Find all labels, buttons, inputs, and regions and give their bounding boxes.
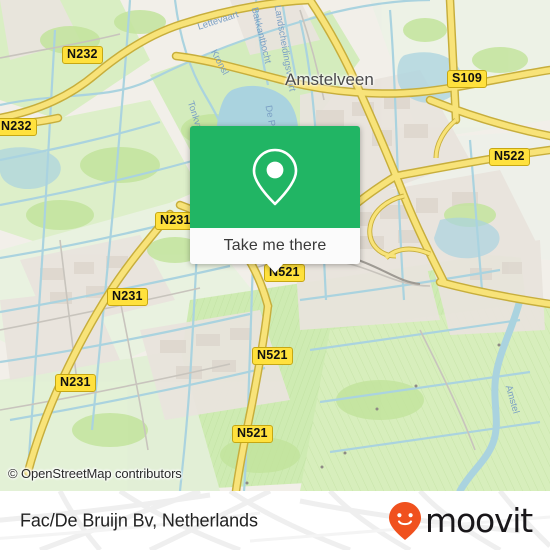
take-me-there-label: Take me there xyxy=(223,237,327,254)
moovit-brand[interactable]: moovit xyxy=(388,501,533,541)
road-shield-n232-0: N232 xyxy=(62,46,103,64)
location-title: Fac/De Bruijn Bv, Netherlands xyxy=(20,510,258,530)
road-shield-n521-9: N521 xyxy=(232,425,273,443)
map-pin-icon xyxy=(252,148,298,206)
take-me-there-button[interactable]: Take me there xyxy=(190,228,360,273)
road-shield-s109-5: S109 xyxy=(447,70,487,88)
moovit-pin-smiley-icon xyxy=(389,501,422,540)
road-shield-n231-3: N231 xyxy=(107,288,148,306)
road-shield-n521-8: N521 xyxy=(252,347,293,365)
map-canvas[interactable]: Lettevaart Kronsl Bakkantbocht Landscheidin… xyxy=(0,0,550,491)
road-shield-n522-6: N522 xyxy=(489,148,530,166)
road-shield-n231-4: N231 xyxy=(55,374,96,392)
moovit-wordmark: moovit xyxy=(425,501,533,540)
osm-attribution[interactable]: © OpenStreetMap contributors xyxy=(8,466,182,481)
callout-header xyxy=(190,126,360,228)
place-label-amstelveen: Amstelveen xyxy=(285,70,374,89)
road-shield-n232-1: N232 xyxy=(0,118,37,136)
location-callout[interactable]: Take me there xyxy=(190,126,360,273)
footer-bar: Fac/De Bruijn Bv, Netherlands moovit xyxy=(0,491,550,550)
callout-pointer-tail xyxy=(266,263,284,273)
